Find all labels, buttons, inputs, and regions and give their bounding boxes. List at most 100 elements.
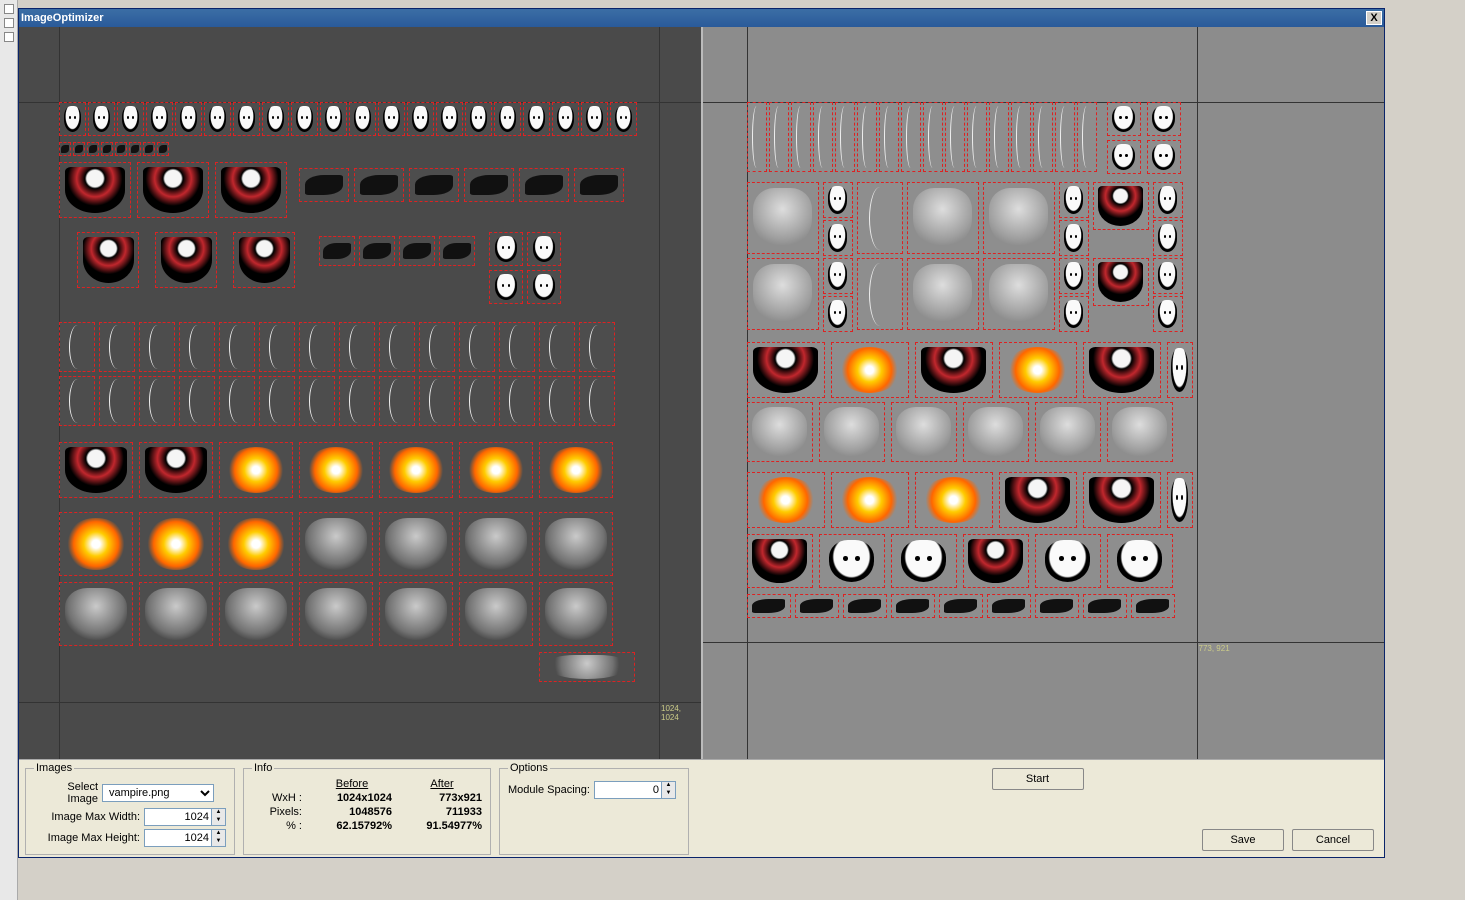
sprite-module[interactable] — [299, 168, 349, 202]
sprite-module[interactable] — [379, 322, 415, 372]
sprite-module[interactable] — [539, 512, 613, 576]
sprite-module[interactable] — [489, 232, 523, 266]
sprite-module[interactable] — [499, 376, 535, 426]
module-spacing-input[interactable] — [594, 781, 662, 799]
sprite-module[interactable] — [299, 582, 373, 646]
sprite-module[interactable] — [319, 236, 355, 266]
sprite-module[interactable] — [967, 102, 987, 172]
sprite-module[interactable] — [610, 102, 637, 136]
sprite-module[interactable] — [219, 512, 293, 576]
sprite-module[interactable] — [1107, 102, 1141, 136]
sprite-module[interactable] — [407, 102, 434, 136]
save-button[interactable]: Save — [1202, 829, 1284, 851]
sprite-module[interactable] — [320, 102, 347, 136]
sprite-module[interactable] — [1147, 102, 1181, 136]
sprite-module[interactable] — [419, 376, 455, 426]
sprite-module[interactable] — [459, 582, 533, 646]
sprite-module[interactable] — [819, 402, 885, 462]
sprite-module[interactable] — [857, 102, 877, 172]
sprite-module[interactable] — [499, 322, 535, 372]
sprite-module[interactable] — [747, 402, 813, 462]
sprite-module[interactable] — [419, 322, 455, 372]
sprite-module[interactable] — [1059, 258, 1089, 294]
max-height-spinner[interactable]: ▲▼ — [212, 829, 226, 847]
sprite-module[interactable] — [219, 376, 255, 426]
sprite-module[interactable] — [747, 102, 767, 172]
sprite-module[interactable] — [1055, 102, 1075, 172]
max-height-input[interactable] — [144, 829, 212, 847]
sprite-module[interactable] — [175, 102, 202, 136]
sprite-module[interactable] — [747, 472, 825, 528]
sprite-module[interactable] — [59, 162, 131, 218]
sprite-module[interactable] — [1035, 402, 1101, 462]
sprite-module[interactable] — [857, 258, 903, 330]
sprite-module[interactable] — [299, 322, 335, 372]
sprite-module[interactable] — [1167, 472, 1193, 528]
sprite-module[interactable] — [923, 102, 943, 172]
sprite-module[interactable] — [436, 102, 463, 136]
sprite-module[interactable] — [157, 142, 169, 156]
cancel-button[interactable]: Cancel — [1292, 829, 1374, 851]
sprite-module[interactable] — [99, 322, 135, 372]
sprite-module[interactable] — [819, 534, 885, 588]
sprite-module[interactable] — [579, 322, 615, 372]
sprite-module[interactable] — [539, 652, 635, 682]
sprite-module[interactable] — [1093, 258, 1149, 306]
sprite-module[interactable] — [59, 322, 95, 372]
sprite-module[interactable] — [879, 102, 899, 172]
sprite-module[interactable] — [795, 594, 839, 618]
sprite-module[interactable] — [891, 402, 957, 462]
sprite-module[interactable] — [1059, 182, 1089, 218]
sprite-module[interactable] — [378, 102, 405, 136]
sprite-module[interactable] — [1077, 102, 1097, 172]
sprite-module[interactable] — [359, 236, 395, 266]
sprite-module[interactable] — [339, 376, 375, 426]
sprite-module[interactable] — [439, 236, 475, 266]
sprite-module[interactable] — [137, 162, 209, 218]
sprite-module[interactable] — [823, 296, 853, 332]
sprite-module[interactable] — [233, 102, 260, 136]
sprite-module[interactable] — [465, 102, 492, 136]
sprite-module[interactable] — [527, 270, 561, 304]
sprite-module[interactable] — [339, 322, 375, 372]
sprite-module[interactable] — [59, 102, 86, 136]
sprite-module[interactable] — [523, 102, 550, 136]
sprite-module[interactable] — [1083, 594, 1127, 618]
sprite-module[interactable] — [146, 102, 173, 136]
sprite-module[interactable] — [835, 102, 855, 172]
sprite-module[interactable] — [143, 142, 155, 156]
sprite-module[interactable] — [999, 472, 1077, 528]
sprite-module[interactable] — [939, 594, 983, 618]
sprite-module[interactable] — [539, 322, 575, 372]
sprite-module[interactable] — [73, 142, 85, 156]
sprite-module[interactable] — [1153, 220, 1183, 256]
sprite-module[interactable] — [459, 322, 495, 372]
sprite-module[interactable] — [1167, 342, 1193, 398]
sprite-module[interactable] — [907, 258, 979, 330]
sprite-module[interactable] — [1153, 258, 1183, 294]
sprite-module[interactable] — [901, 102, 921, 172]
sprite-module[interactable] — [155, 232, 217, 288]
sprite-module[interactable] — [1107, 140, 1141, 174]
sprite-module[interactable] — [139, 322, 175, 372]
sprite-module[interactable] — [1093, 182, 1149, 230]
sprite-module[interactable] — [354, 168, 404, 202]
sprite-module[interactable] — [129, 142, 141, 156]
sprite-module[interactable] — [139, 512, 213, 576]
sprite-module[interactable] — [262, 102, 289, 136]
sprite-module[interactable] — [1153, 182, 1183, 218]
sprite-module[interactable] — [915, 472, 993, 528]
start-button[interactable]: Start — [992, 768, 1084, 790]
sprite-module[interactable] — [907, 182, 979, 254]
sprite-module[interactable] — [983, 182, 1055, 254]
sprite-module[interactable] — [581, 102, 608, 136]
sprite-module[interactable] — [1083, 342, 1161, 398]
sprite-module[interactable] — [139, 582, 213, 646]
sprite-module[interactable] — [823, 258, 853, 294]
close-icon[interactable]: X — [1366, 11, 1382, 25]
sprite-module[interactable] — [379, 512, 453, 576]
select-image-dropdown[interactable]: vampire.png — [102, 784, 214, 802]
sprite-module[interactable] — [464, 168, 514, 202]
sprite-module[interactable] — [1035, 594, 1079, 618]
sprite-module[interactable] — [1107, 534, 1173, 588]
